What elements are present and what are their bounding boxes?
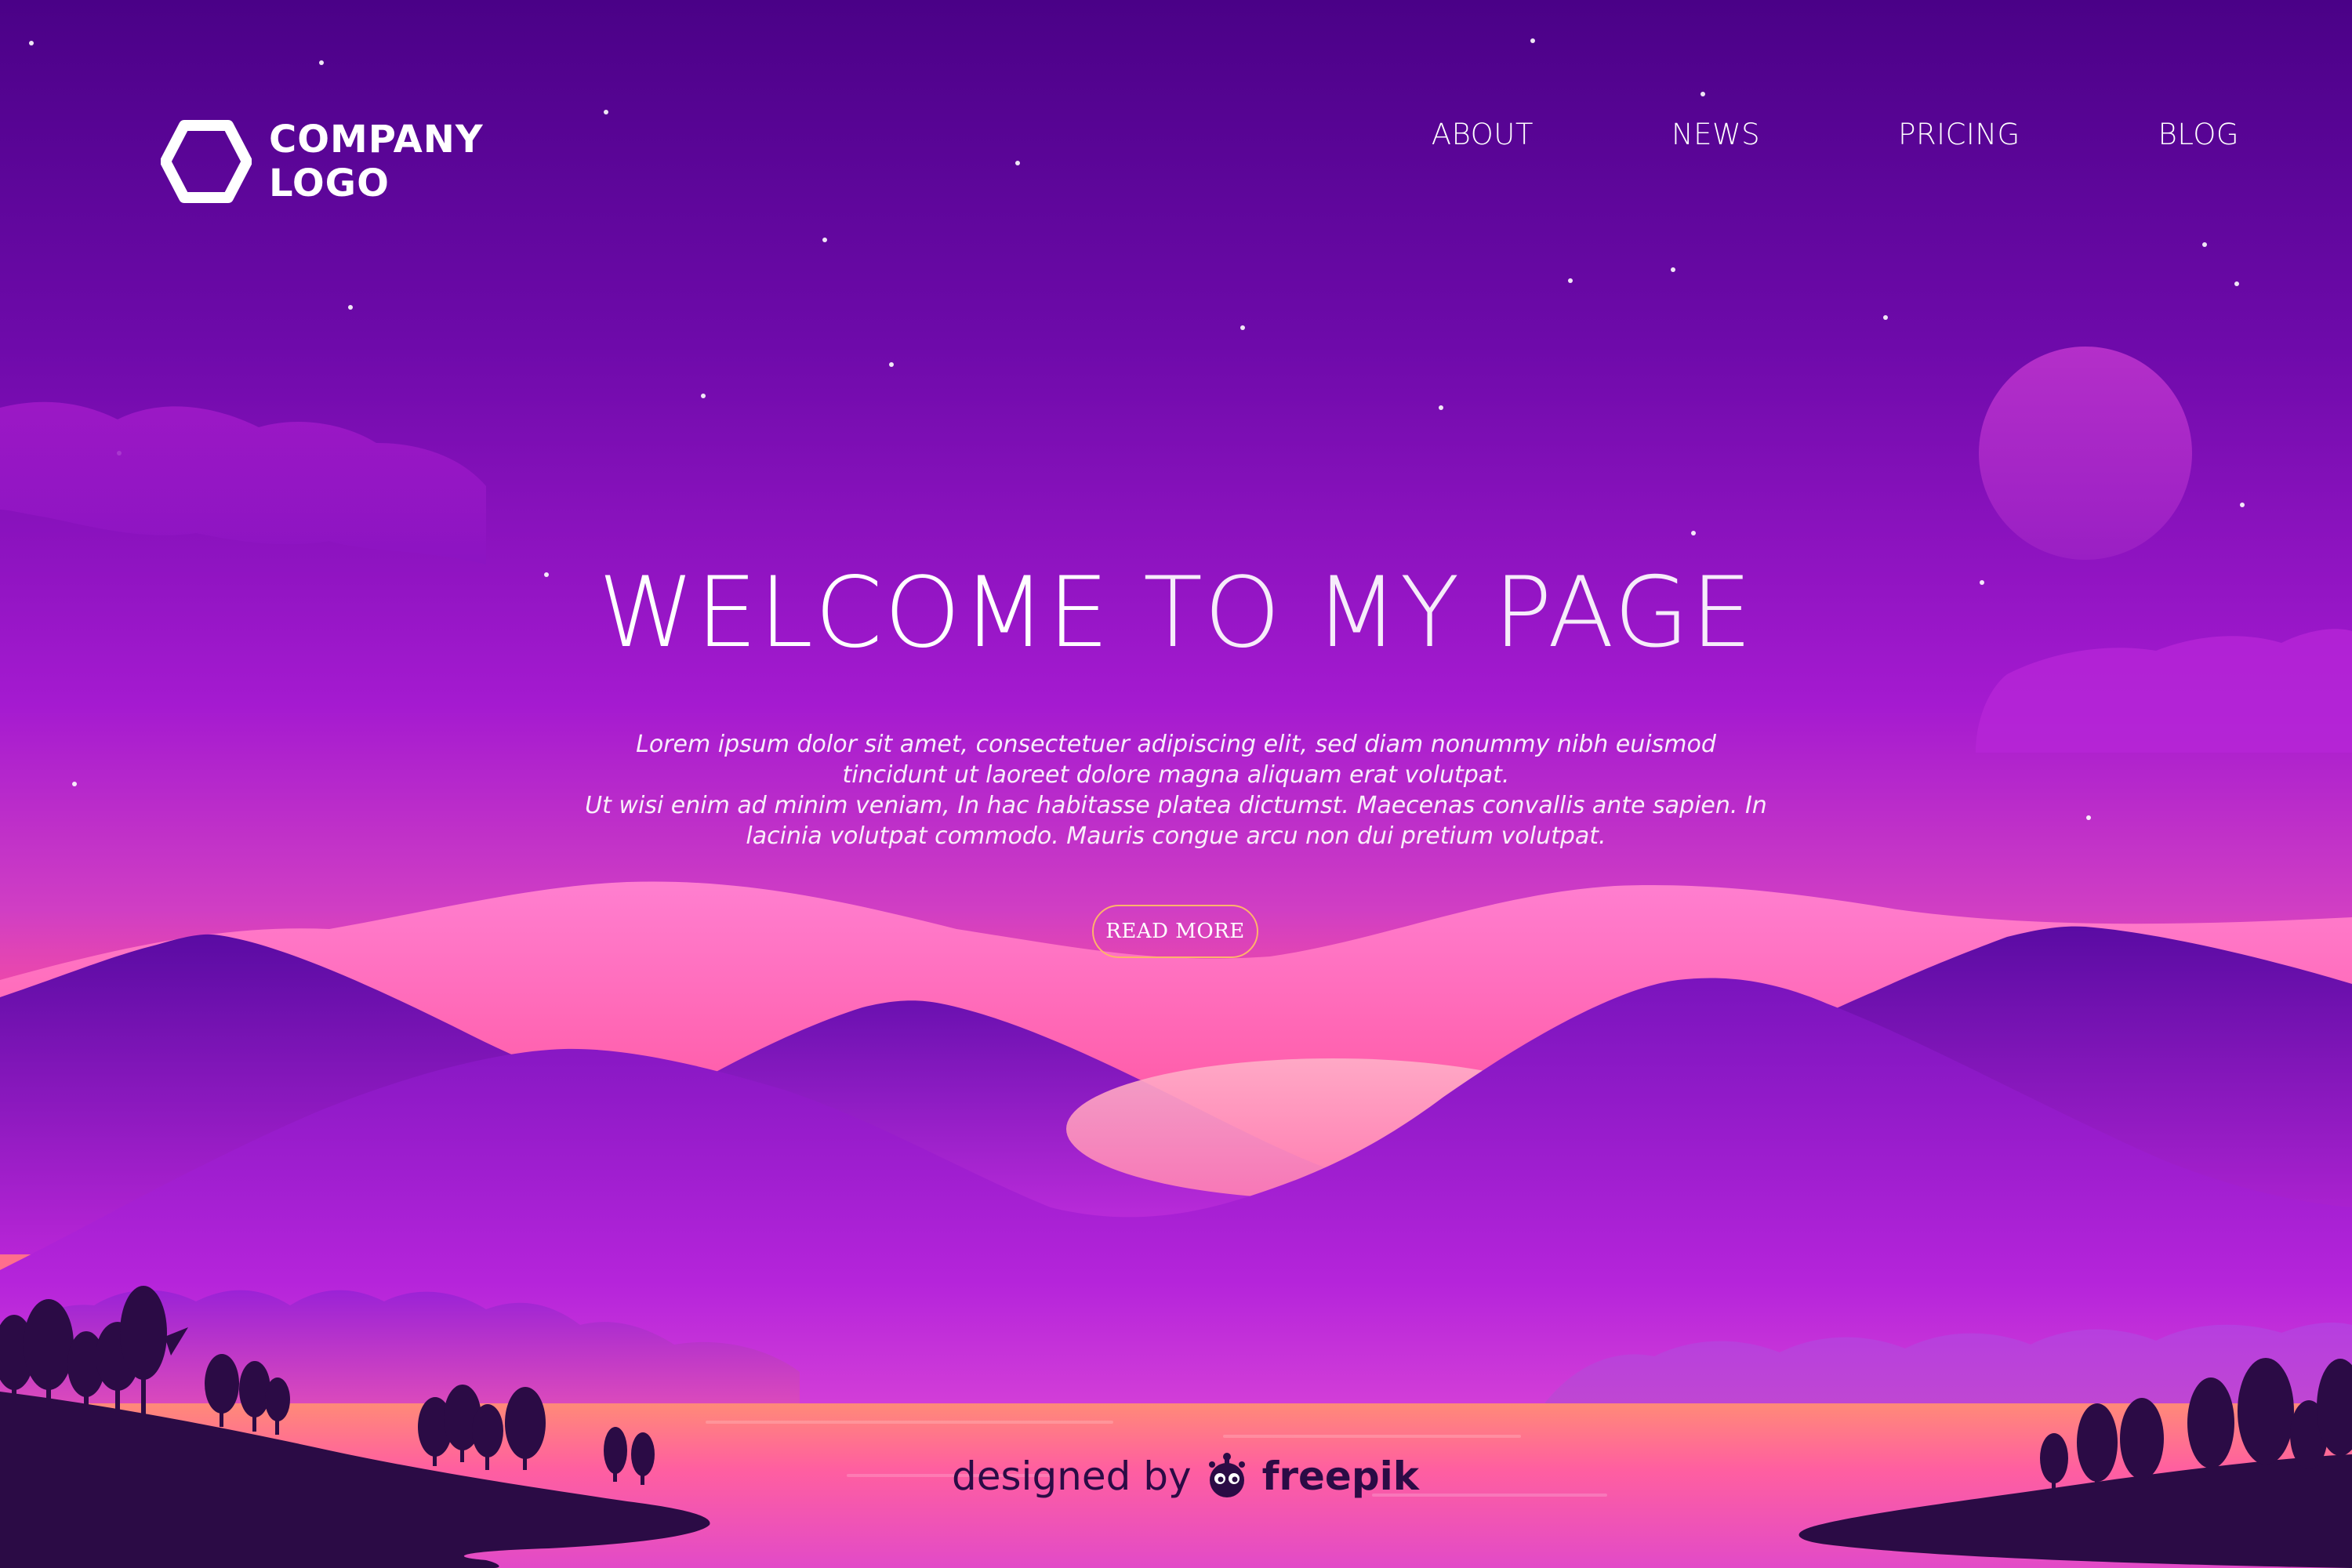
hero-title-light: TO MY PAGE — [1143, 557, 1754, 670]
logo-text: COMPANY LOGO — [269, 118, 484, 205]
landing-page: COMPANY LOGO ABOUT NEWS PRICING BLOG WEL… — [0, 0, 2352, 1568]
hero-title: WELCOME TO MY PAGE — [0, 558, 2352, 668]
logo-line-2: LOGO — [269, 162, 390, 205]
hero-body-text: Lorem ipsum dolor sit amet, consectetuer… — [549, 729, 1803, 851]
read-more-button[interactable]: READ MORE — [1092, 905, 1258, 958]
freepik-icon — [1208, 1453, 1245, 1497]
main-nav: ABOUT NEWS PRICING BLOG — [1432, 118, 2239, 151]
hero-body-line-2: tincidunt ut laoreet dolore magna aliqua… — [842, 761, 1510, 789]
credit-prefix: designed by — [952, 1454, 1192, 1499]
hero-body-line-3: Ut wisi enim ad minim veniam, In hac hab… — [585, 792, 1767, 819]
hexagon-icon — [161, 120, 252, 203]
nav-link-news[interactable]: NEWS — [1671, 118, 1760, 151]
company-logo[interactable]: COMPANY LOGO — [161, 118, 484, 205]
hero-title-bold: WELCOME — [598, 557, 1111, 670]
nav-link-about[interactable]: ABOUT — [1432, 118, 1534, 151]
nav-link-blog[interactable]: BLOG — [2158, 118, 2239, 151]
hero-body-line-4: lacinia volutpat commodo. Mauris congue … — [746, 822, 1606, 850]
moon — [1979, 347, 2192, 560]
hero-body-line-1: Lorem ipsum dolor sit amet, consectetuer… — [636, 731, 1716, 758]
logo-line-1: COMPANY — [269, 118, 484, 162]
designer-credit[interactable]: designed by freepik — [952, 1452, 1419, 1501]
nav-link-pricing[interactable]: PRICING — [1898, 118, 2020, 151]
credit-brand: freepik — [1261, 1454, 1420, 1499]
